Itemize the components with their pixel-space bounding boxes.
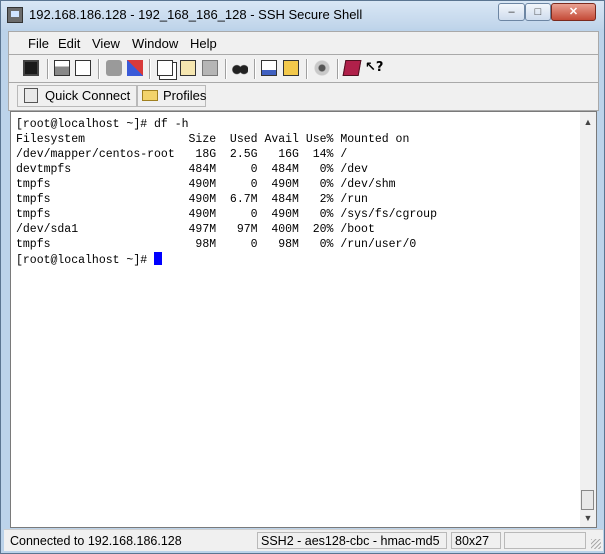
toolbar-separator xyxy=(225,59,227,79)
copy-icon[interactable] xyxy=(157,60,173,76)
terminal-line: /dev/sda1 497M 97M 400M 20% /boot xyxy=(16,223,375,236)
terminal-prompt: [root@localhost ~]# xyxy=(16,254,155,267)
quick-connect-label: Quick Connect xyxy=(45,88,131,103)
terminal-line: /dev/mapper/centos-root 18G 2.5G 16G 14%… xyxy=(16,148,348,161)
menu-window[interactable]: Window xyxy=(132,36,178,51)
print-icon[interactable] xyxy=(54,60,70,76)
title-bar[interactable]: 192.168.186.128 - 192_168_186_128 - SSH … xyxy=(1,1,604,29)
profiles-label: Profiles xyxy=(163,88,207,103)
terminal-line: tmpfs 490M 6.7M 484M 2% /run xyxy=(16,193,368,206)
menu-edit[interactable]: Edit xyxy=(58,36,80,51)
print-preview-icon[interactable] xyxy=(75,60,91,76)
terminal-output[interactable]: [root@localhost ~]# df -h Filesystem Siz… xyxy=(10,111,580,528)
resize-grip-icon[interactable] xyxy=(591,539,601,549)
connection-status: Connected to 192.168.186.128 xyxy=(10,534,182,548)
reconnect-icon[interactable] xyxy=(127,60,143,76)
terminal-size-status: 80x27 xyxy=(451,532,501,549)
window-title: 192.168.186.128 - 192_168_186_128 - SSH … xyxy=(29,7,363,22)
terminal-line: tmpfs 490M 0 490M 0% /sys/fs/cgroup xyxy=(16,208,437,221)
terminal-line: Filesystem Size Used Avail Use% Mounted … xyxy=(16,133,410,146)
maximize-button[interactable]: □ xyxy=(525,3,551,21)
file-transfer-icon[interactable] xyxy=(283,60,299,76)
quick-connect-bar: Quick Connect Profiles xyxy=(8,83,599,111)
folder-icon xyxy=(142,90,158,101)
disconnect-icon[interactable] xyxy=(106,60,122,76)
toolbar-separator xyxy=(306,59,308,79)
app-icon xyxy=(7,7,23,23)
terminal-cursor xyxy=(154,252,163,265)
terminal-line: tmpfs 98M 0 98M 0% /run/user/0 xyxy=(16,238,417,251)
toolbar: ↖? xyxy=(8,55,599,83)
toolbar-separator xyxy=(149,59,151,79)
menu-bar: File Edit View Window Help xyxy=(8,31,599,55)
quick-connect-button[interactable]: Quick Connect xyxy=(17,85,137,107)
cipher-status: SSH2 - aes128-cbc - hmac-md5 xyxy=(257,532,447,549)
terminal-line: [root@localhost ~]# df -h xyxy=(16,118,189,131)
help-icon[interactable]: ↖? xyxy=(365,60,383,76)
find-icon[interactable] xyxy=(232,60,248,76)
menu-view[interactable]: View xyxy=(92,36,120,51)
paste-clipboard-icon[interactable] xyxy=(202,60,218,76)
save-icon[interactable] xyxy=(23,60,39,76)
book-icon[interactable] xyxy=(342,60,362,76)
ssh-window: 192.168.186.128 - 192_168_186_128 - SSH … xyxy=(0,0,605,554)
settings-icon[interactable] xyxy=(314,60,330,76)
scroll-down-icon[interactable]: ▼ xyxy=(580,510,596,526)
terminal-line: devtmpfs 484M 0 484M 0% /dev xyxy=(16,163,368,176)
new-terminal-icon[interactable] xyxy=(261,60,277,76)
vertical-scrollbar[interactable]: ▲ ▼ xyxy=(580,111,597,528)
prompt-line: [root@localhost ~]# xyxy=(16,252,163,267)
toolbar-separator xyxy=(254,59,256,79)
toolbar-separator xyxy=(47,59,49,79)
quick-connect-icon xyxy=(24,88,38,103)
toolbar-separator xyxy=(98,59,100,79)
profiles-button[interactable]: Profiles xyxy=(137,85,206,107)
terminal-line: tmpfs 490M 0 490M 0% /dev/shm xyxy=(16,178,396,191)
minimize-button[interactable]: – xyxy=(498,3,525,21)
menu-help[interactable]: Help xyxy=(190,36,217,51)
menu-file[interactable]: File xyxy=(28,36,49,51)
status-bar: Connected to 192.168.186.128 SSH2 - aes1… xyxy=(4,529,603,551)
toolbar-separator xyxy=(337,59,339,79)
status-blank-cell xyxy=(504,532,586,549)
close-button[interactable]: ✕ xyxy=(551,3,596,21)
scroll-thumb[interactable] xyxy=(581,490,594,510)
scroll-up-icon[interactable]: ▲ xyxy=(580,114,596,130)
paste-icon[interactable] xyxy=(180,60,196,76)
